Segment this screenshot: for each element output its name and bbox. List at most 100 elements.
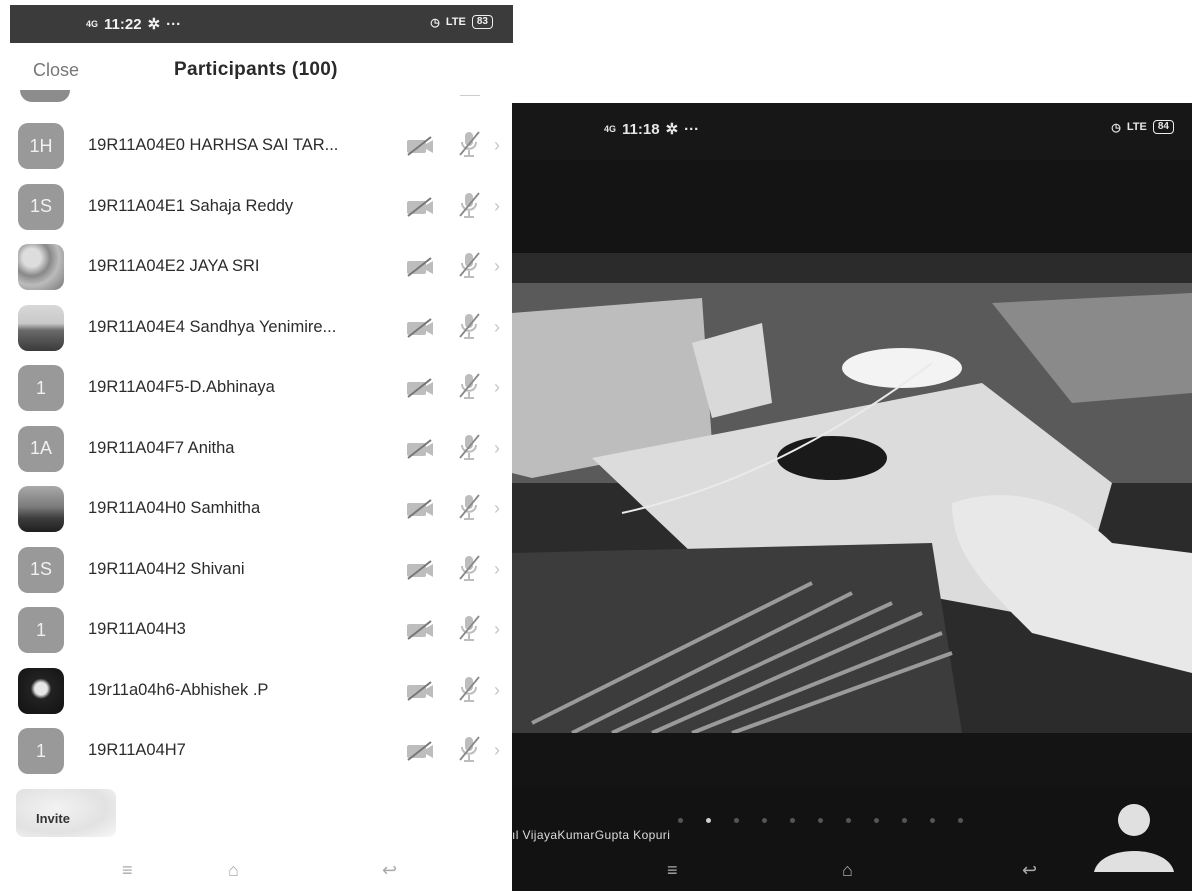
camera-off-icon[interactable] <box>405 619 435 641</box>
participant-row[interactable]: 19r11a04h6-Abhishek .P › <box>10 660 513 716</box>
avatar: 1S <box>18 183 64 230</box>
participant-row[interactable]: 1H 19R11A04E0 HARHSA SAI TAR... › <box>10 115 513 171</box>
camera-off-icon[interactable] <box>405 438 435 460</box>
page-dot[interactable] <box>958 818 963 823</box>
chevron-right-icon[interactable]: › <box>494 377 500 398</box>
system-nav-bar: ≡ ⌂ ↩ <box>10 860 513 890</box>
chevron-right-icon[interactable]: › <box>494 256 500 277</box>
home-icon[interactable]: ⌂ <box>228 860 239 881</box>
camera-off-icon[interactable] <box>405 740 435 762</box>
speaker-signal-icon: ıl <box>512 828 523 842</box>
menu-icon[interactable]: ≡ <box>667 860 678 881</box>
chevron-right-icon[interactable]: › <box>494 619 500 640</box>
participants-header: Close Participants (100) <box>10 50 513 92</box>
status-bar: 4G 11:18 ✲ ··· ◷ LTE 84 <box>512 103 1192 160</box>
chevron-right-icon[interactable]: › <box>494 559 500 580</box>
mic-muted-icon[interactable] <box>457 190 481 220</box>
page-dot[interactable] <box>902 818 907 823</box>
chevron-right-icon[interactable]: › <box>494 135 500 156</box>
status-more: ··· <box>166 15 182 33</box>
participant-row[interactable]: 19R11A04E4 Sandhya Yenimire... › <box>10 297 513 353</box>
battery-icon: 83 <box>471 15 493 29</box>
camera-off-icon[interactable] <box>405 498 435 520</box>
participant-name: 19R11A04F5-D.Abhinaya <box>88 378 275 396</box>
mic-muted-icon[interactable] <box>457 432 481 462</box>
page-dot[interactable] <box>762 818 767 823</box>
participant-row[interactable]: 1 19R11A04F5-D.Abhinaya › <box>10 357 513 413</box>
divider <box>460 95 480 96</box>
page-dot[interactable] <box>818 818 823 823</box>
page-dot[interactable] <box>790 818 795 823</box>
avatar: 1 <box>18 728 64 774</box>
mic-muted-icon[interactable] <box>457 674 481 704</box>
chevron-right-icon[interactable]: › <box>494 317 500 338</box>
bottom-bar: Invite <box>10 783 513 843</box>
invite-button[interactable]: Invite <box>16 789 116 837</box>
avatar: 1 <box>18 365 64 411</box>
mic-muted-icon[interactable] <box>457 371 481 401</box>
page-dot[interactable] <box>930 818 935 823</box>
speaker-name-label: VijayaKumarGupta Kopuri <box>522 828 671 842</box>
mic-muted-icon[interactable] <box>457 553 481 583</box>
chevron-right-icon[interactable]: › <box>494 438 500 459</box>
avatar <box>18 667 64 714</box>
battery-icon: 84 <box>1152 120 1174 134</box>
page-title: Participants (100) <box>174 59 338 80</box>
avatar: 1 <box>18 607 64 653</box>
avatar: 1S <box>18 546 64 593</box>
alarm-icon: ◷ <box>1111 121 1121 134</box>
participant-row[interactable]: 1 19R11A04H3 › <box>10 599 513 655</box>
avatar: 1H <box>18 123 64 169</box>
mic-muted-icon[interactable] <box>457 492 481 522</box>
alarm-icon: ◷ <box>430 16 440 29</box>
mic-muted-icon[interactable] <box>457 734 481 764</box>
page-dot[interactable] <box>846 818 851 823</box>
mic-muted-icon[interactable] <box>457 311 481 341</box>
chevron-right-icon[interactable]: › <box>494 498 500 519</box>
participant-name: 19R11A04E4 Sandhya Yenimire... <box>88 317 337 336</box>
avatar: 1A <box>18 425 64 472</box>
camera-off-icon[interactable] <box>405 680 435 702</box>
mic-muted-icon[interactable] <box>457 250 481 280</box>
page-dot[interactable] <box>678 818 683 823</box>
chevron-right-icon[interactable]: › <box>494 740 500 761</box>
camera-off-icon[interactable] <box>405 135 435 157</box>
mic-muted-icon[interactable] <box>457 129 481 159</box>
participant-row[interactable]: 1S 19R11A04H2 Shivani › <box>10 539 513 595</box>
page-dot[interactable] <box>706 818 711 823</box>
participant-name: 19R11A04H0 Samhitha <box>88 499 261 517</box>
signal-icon: 4G <box>86 18 99 29</box>
camera-off-icon[interactable] <box>405 377 435 399</box>
back-icon[interactable]: ↩ <box>1022 860 1037 881</box>
chevron-right-icon[interactable]: › <box>494 680 500 701</box>
participants-screen: 4G 11:22 ✲ ··· ◷ LTE 83 Close Participan… <box>10 0 513 891</box>
participant-name: 19r11a04h6-Abhishek .P <box>88 680 269 699</box>
status-time: 11:22 <box>104 15 142 33</box>
home-icon[interactable]: ⌂ <box>842 860 853 881</box>
participant-row[interactable]: 19R11A04E2 JAYA SRI › <box>10 236 513 292</box>
camera-off-icon[interactable] <box>405 317 435 339</box>
status-more: ··· <box>684 120 700 138</box>
back-icon[interactable]: ↩ <box>382 860 397 881</box>
chevron-right-icon[interactable]: › <box>494 196 500 217</box>
video-feed[interactable] <box>512 160 1192 788</box>
camera-off-icon[interactable] <box>405 196 435 218</box>
camera-off-icon[interactable] <box>405 256 435 278</box>
menu-icon[interactable]: ≡ <box>122 860 133 881</box>
close-button[interactable]: Close <box>33 60 79 81</box>
avatar <box>18 304 64 351</box>
participant-row[interactable]: 1A 19R11A04F7 Anitha › <box>10 418 513 474</box>
page-indicator[interactable] <box>678 818 963 823</box>
volte-icon: LTE <box>445 16 466 28</box>
participant-row[interactable]: 1 19R11A04H7 › <box>10 720 513 776</box>
avatar <box>18 244 64 290</box>
participant-row[interactable]: 19R11A04H0 Samhitha › <box>10 478 513 534</box>
camera-off-icon[interactable] <box>405 559 435 581</box>
page-dot[interactable] <box>734 818 739 823</box>
participant-name: 19R11A04E1 Sahaja Reddy <box>88 196 294 215</box>
mic-muted-icon[interactable] <box>457 613 481 643</box>
speaker-name: ıl VijayaKumarGupta Kopuri <box>512 828 670 842</box>
participant-row[interactable]: 1S 19R11A04E1 Sahaja Reddy › <box>10 176 513 232</box>
settings-gear-icon: ✲ <box>665 121 679 138</box>
page-dot[interactable] <box>874 818 879 823</box>
